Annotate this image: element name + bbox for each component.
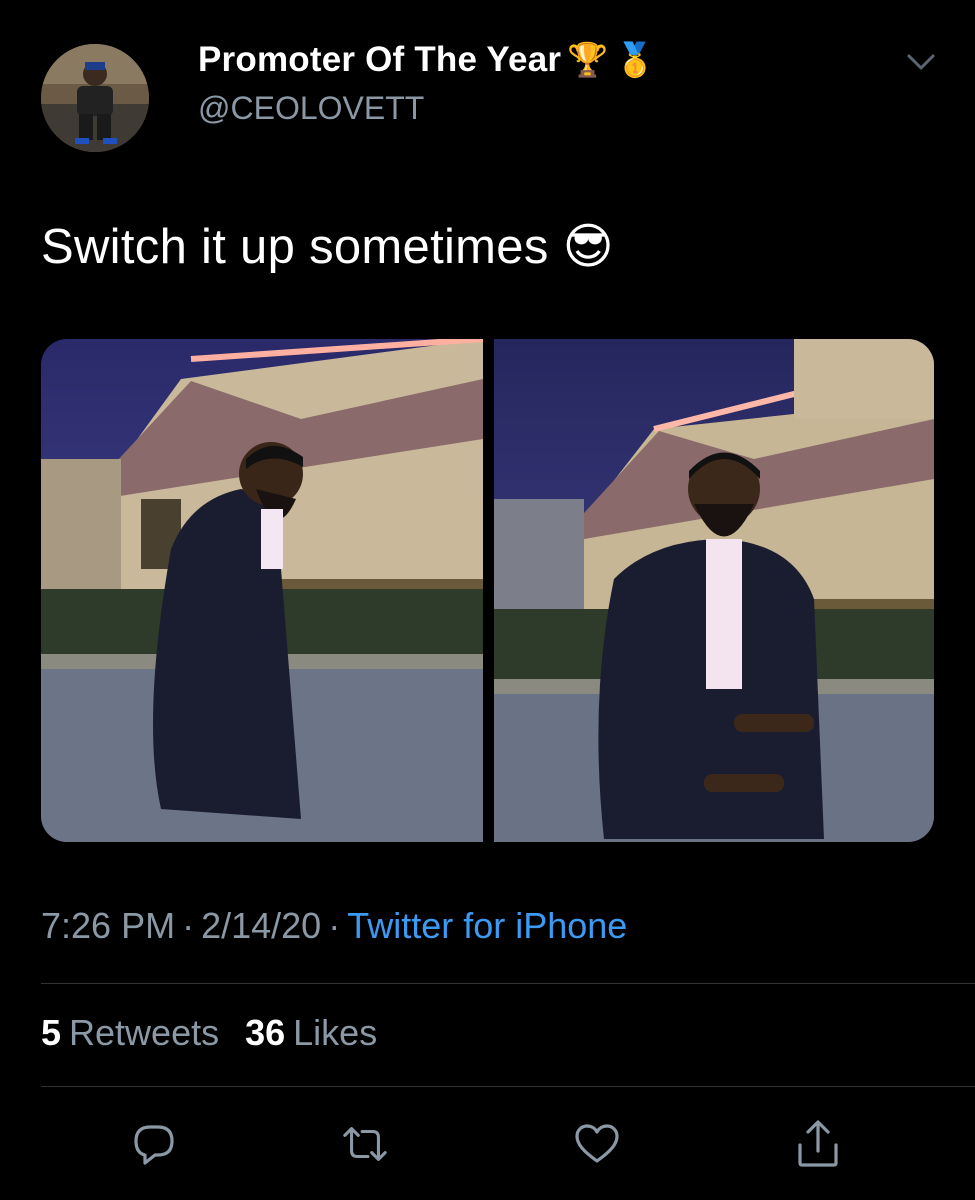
tweet-source-link[interactable]: Twitter for iPhone <box>347 905 627 946</box>
retweet-icon <box>343 1127 387 1161</box>
tweet-photo-1[interactable] <box>41 339 484 842</box>
sunglasses-emoji-icon: 😎 <box>562 220 614 274</box>
reply-button[interactable] <box>130 1120 178 1168</box>
avatar[interactable] <box>41 44 149 152</box>
tweet-text-content: Switch it up sometimes <box>41 220 549 274</box>
like-button[interactable] <box>573 1120 621 1168</box>
retweets-stat[interactable]: 5 Retweets <box>41 1012 219 1053</box>
meta-separator: · <box>182 905 195 946</box>
gold-medal-icon: 🥇 <box>614 41 656 78</box>
tweet-photo-2[interactable] <box>494 339 934 842</box>
user-handle[interactable]: @CEOLOVETT <box>198 90 424 127</box>
retweets-label: Retweets <box>69 1012 220 1053</box>
chevron-down-icon <box>907 54 935 70</box>
retweets-count: 5 <box>41 1012 62 1053</box>
heart-icon <box>575 1124 619 1163</box>
tweet-meta: 7:26 PM · 2/14/20 · Twitter for iPhone <box>41 905 627 947</box>
likes-count: 36 <box>245 1012 286 1053</box>
trophy-icon: 🏆 <box>567 41 609 78</box>
photo-2-image <box>494 339 934 842</box>
reply-icon <box>134 1125 174 1165</box>
share-button[interactable] <box>794 1120 842 1168</box>
tweet-menu-button[interactable] <box>903 50 939 74</box>
likes-stat[interactable]: 36 Likes <box>245 1012 377 1053</box>
media-grid <box>41 339 934 842</box>
display-name-text: Promoter Of The Year <box>198 40 562 79</box>
divider <box>41 983 975 984</box>
display-name[interactable]: Promoter Of The Year 🏆 🥇 <box>198 40 656 80</box>
meta-separator: · <box>328 905 341 946</box>
tweet-time: 7:26 PM <box>41 905 176 946</box>
avatar-photo <box>41 44 149 152</box>
tweet-date: 2/14/20 <box>201 905 322 946</box>
tweet-text: Switch it up sometimes 😎 <box>41 218 614 275</box>
tweet-stats: 5 Retweets 36 Likes <box>41 1012 377 1054</box>
likes-label: Likes <box>293 1012 378 1053</box>
divider <box>41 1086 975 1087</box>
retweet-button[interactable] <box>341 1120 389 1168</box>
photo-1-image <box>41 339 484 842</box>
share-icon <box>798 1120 838 1167</box>
